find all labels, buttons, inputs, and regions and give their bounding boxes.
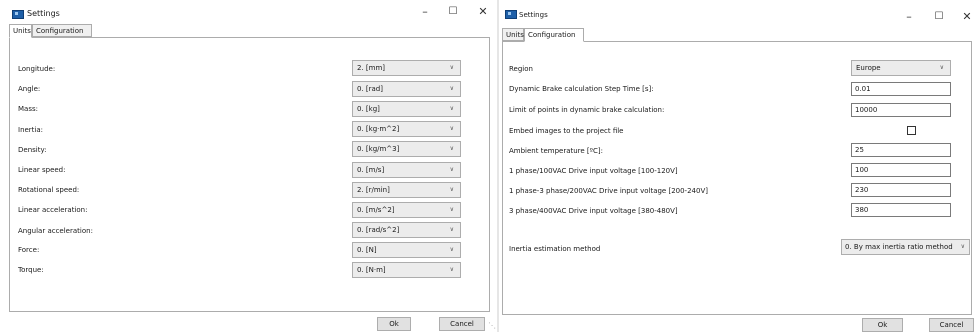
limit-points-input[interactable]: 10000 <box>851 103 951 117</box>
chevron-down-icon: ∨ <box>449 206 454 213</box>
ambient-temperature-input[interactable]: 25 <box>851 143 951 157</box>
select-value: 0. [kg/m^3] <box>357 145 400 153</box>
rotational-speed-unit-select[interactable]: 2. [r/min] ∨ <box>352 182 461 198</box>
configuration-panel: Region Europe ∨ Dynamic Brake calculation… <box>502 41 972 315</box>
angle-unit-select[interactable]: 0. [rad] ∨ <box>352 81 461 97</box>
linear-acceleration-label: Linear acceleration: <box>18 206 88 214</box>
minimize-button[interactable]: – <box>418 5 432 19</box>
resize-grip-icon[interactable]: ⋱ <box>488 322 496 330</box>
torque-label: Torque: <box>18 266 44 274</box>
torque-unit-select[interactable]: 0. [N·m] ∨ <box>352 262 461 278</box>
inertia-unit-select[interactable]: 0. [kg·m^2] ∨ <box>352 121 461 137</box>
select-value: Europe <box>856 64 881 72</box>
ok-button[interactable]: Ok <box>862 318 903 332</box>
cancel-button[interactable]: Cancel <box>929 318 974 332</box>
chevron-down-icon: ∨ <box>449 85 454 92</box>
input-value: 230 <box>855 186 869 194</box>
select-value: 0. [N] <box>357 246 377 254</box>
settings-window-configuration: Settings – ☐ ✕ Units Configuration Regio… <box>499 0 976 332</box>
tab-configuration[interactable]: Configuration <box>32 24 92 37</box>
select-value: 2. [r/min] <box>357 186 390 194</box>
units-panel: Longitude: 2. [mm] ∨ Angle: 0. [rad] ∨ Mas… <box>9 37 490 312</box>
select-value: 0. [m/s] <box>357 166 385 174</box>
chevron-down-icon: ∨ <box>449 145 454 152</box>
density-label: Density: <box>18 146 47 154</box>
embed-images-checkbox[interactable] <box>907 126 916 135</box>
chevron-down-icon: ∨ <box>449 266 454 273</box>
region-label: Region <box>509 65 533 73</box>
select-value: 0. [m/s^2] <box>357 206 395 214</box>
chevron-down-icon: ∨ <box>939 64 944 71</box>
angular-acceleration-unit-select[interactable]: 0. [rad/s^2] ∨ <box>352 222 461 238</box>
density-unit-select[interactable]: 0. [kg/m^3] ∨ <box>352 141 461 157</box>
longitude-label: Longitude: <box>18 65 56 73</box>
inertia-method-select[interactable]: 0. By max inertia ratio method ∨ <box>841 239 970 255</box>
tab-units[interactable]: Units <box>502 28 524 41</box>
voltage-100-label: 1 phase/100VAC Drive input voltage [100-… <box>509 167 678 175</box>
voltage-100-input[interactable]: 100 <box>851 163 951 177</box>
linear-acceleration-unit-select[interactable]: 0. [m/s^2] ∨ <box>352 202 461 218</box>
chevron-down-icon: ∨ <box>449 105 454 112</box>
select-value: 0. [kg·m^2] <box>357 125 400 133</box>
close-button[interactable]: ✕ <box>476 5 490 19</box>
input-value: 10000 <box>855 106 878 114</box>
limit-points-label: Limit of points in dynamic brake calcula… <box>509 106 665 114</box>
chevron-down-icon: ∨ <box>960 243 965 250</box>
select-value: 0. [rad/s^2] <box>357 226 400 234</box>
mass-unit-select[interactable]: 0. [kg] ∨ <box>352 101 461 117</box>
voltage-200-label: 1 phase-3 phase/200VAC Drive input volta… <box>509 187 708 195</box>
angle-label: Angle: <box>18 85 41 93</box>
select-value: 0. [N·m] <box>357 266 386 274</box>
ambient-temperature-label: Ambient temperature [ºC]: <box>509 147 603 155</box>
select-value: 0. By max inertia ratio method <box>845 243 953 251</box>
input-value: 380 <box>855 206 869 214</box>
chevron-down-icon: ∨ <box>449 186 454 193</box>
inertia-label: Inertia: <box>18 126 44 134</box>
input-value: 25 <box>855 146 864 154</box>
input-value: 0.01 <box>855 85 871 93</box>
select-value: 0. [kg] <box>357 105 380 113</box>
voltage-400-label: 3 phase/400VAC Drive input voltage [380-… <box>509 207 678 215</box>
cancel-button[interactable]: Cancel <box>439 317 485 331</box>
ok-button[interactable]: Ok <box>377 317 411 331</box>
input-value: 100 <box>855 166 869 174</box>
longitude-unit-select[interactable]: 2. [mm] ∨ <box>352 60 461 76</box>
settings-window-icon <box>12 10 24 19</box>
chevron-down-icon: ∨ <box>449 125 454 132</box>
tab-units[interactable]: Units <box>9 24 32 38</box>
force-label: Force: <box>18 246 40 254</box>
region-select[interactable]: Europe ∨ <box>851 60 951 76</box>
inertia-method-label: Inertia estimation method <box>509 245 601 253</box>
window-title: Settings <box>27 9 60 18</box>
tab-configuration[interactable]: Configuration <box>524 28 584 42</box>
settings-window-units: Settings – ☐ ✕ Units Configuration Longi… <box>0 0 498 332</box>
title-bar: Settings – ☐ ✕ <box>0 0 498 22</box>
chevron-down-icon: ∨ <box>449 226 454 233</box>
settings-window-icon <box>505 10 517 19</box>
step-time-label: Dynamic Brake calculation Step Time [s]: <box>509 85 654 93</box>
embed-images-label: Embed images to the project file <box>509 127 624 135</box>
linear-speed-label: Linear speed: <box>18 166 66 174</box>
voltage-400-input[interactable]: 380 <box>851 203 951 217</box>
maximize-button[interactable]: ☐ <box>932 10 946 24</box>
select-value: 0. [rad] <box>357 85 383 93</box>
chevron-down-icon: ∨ <box>449 64 454 71</box>
select-value: 2. [mm] <box>357 64 386 72</box>
maximize-button[interactable]: ☐ <box>446 5 460 19</box>
voltage-200-input[interactable]: 230 <box>851 183 951 197</box>
mass-label: Mass: <box>18 105 38 113</box>
force-unit-select[interactable]: 0. [N] ∨ <box>352 242 461 258</box>
title-bar: Settings – ☐ ✕ <box>499 0 976 24</box>
linear-speed-unit-select[interactable]: 0. [m/s] ∨ <box>352 162 461 178</box>
close-button[interactable]: ✕ <box>960 10 974 24</box>
window-title: Settings <box>519 11 548 19</box>
angular-acceleration-label: Angular acceleration: <box>18 227 93 235</box>
rotational-speed-label: Rotational speed: <box>18 186 80 194</box>
minimize-button[interactable]: – <box>902 10 916 24</box>
chevron-down-icon: ∨ <box>449 246 454 253</box>
step-time-input[interactable]: 0.01 <box>851 82 951 96</box>
chevron-down-icon: ∨ <box>449 166 454 173</box>
